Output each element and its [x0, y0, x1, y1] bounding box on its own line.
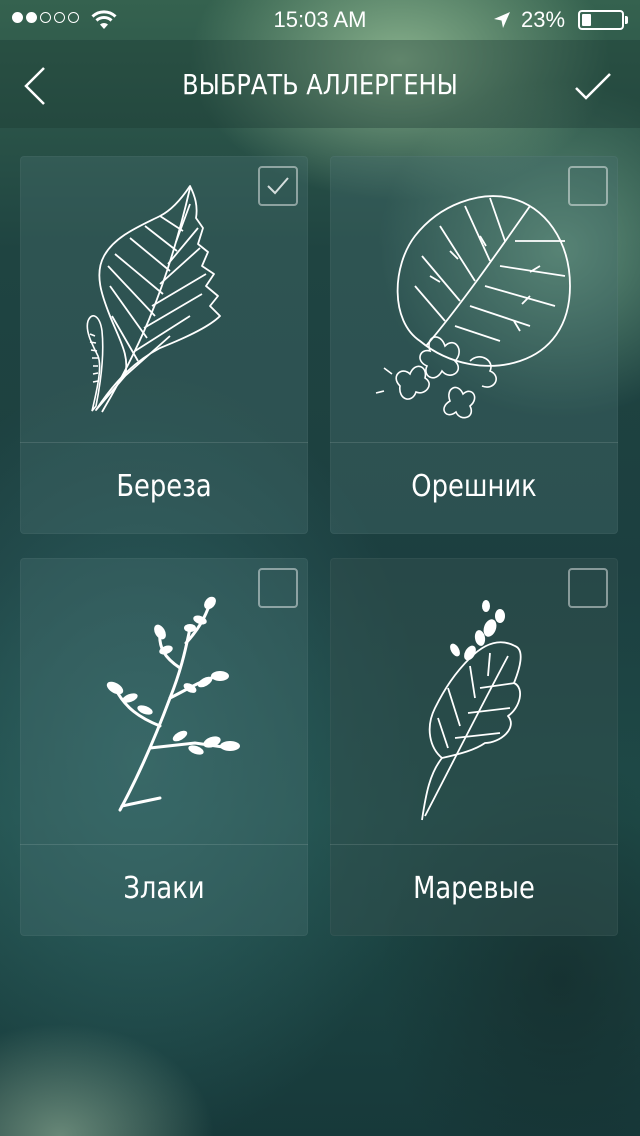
card-divider — [20, 442, 308, 443]
done-button[interactable] — [570, 64, 620, 108]
allergen-label: Орешник — [411, 469, 537, 504]
allergen-card-grass[interactable]: Злаки — [20, 558, 308, 936]
status-bar: 15:03 AM 23% — [0, 0, 640, 40]
checkmark-icon — [575, 73, 611, 100]
checkmark-icon — [267, 177, 289, 195]
card-divider — [20, 844, 308, 845]
battery-percent: 23% — [521, 7, 566, 32]
battery-level-fill — [582, 14, 591, 26]
allergen-card-goosefoot[interactable]: Маревые — [330, 558, 618, 936]
page-title: ВЫБРАТЬ АЛЛЕРГЕНЫ — [182, 68, 458, 101]
allergen-label: Маревые — [413, 871, 535, 906]
location-arrow-icon — [494, 12, 510, 28]
battery-tip — [625, 16, 628, 24]
allergen-card-birch[interactable]: Береза — [20, 156, 308, 534]
allergen-checkbox[interactable] — [258, 568, 298, 608]
allergen-label: Злаки — [123, 871, 205, 906]
card-divider — [330, 442, 618, 443]
battery-icon — [578, 10, 624, 30]
allergen-card-hazel[interactable]: Орешник — [330, 156, 618, 534]
allergen-checkbox[interactable] — [258, 166, 298, 206]
allergen-label: Береза — [116, 469, 212, 504]
allergen-checkbox[interactable] — [568, 166, 608, 206]
card-divider — [330, 844, 618, 845]
navigation-bar: ВЫБРАТЬ АЛЛЕРГЕНЫ — [0, 40, 640, 128]
allergen-checkbox[interactable] — [568, 568, 608, 608]
